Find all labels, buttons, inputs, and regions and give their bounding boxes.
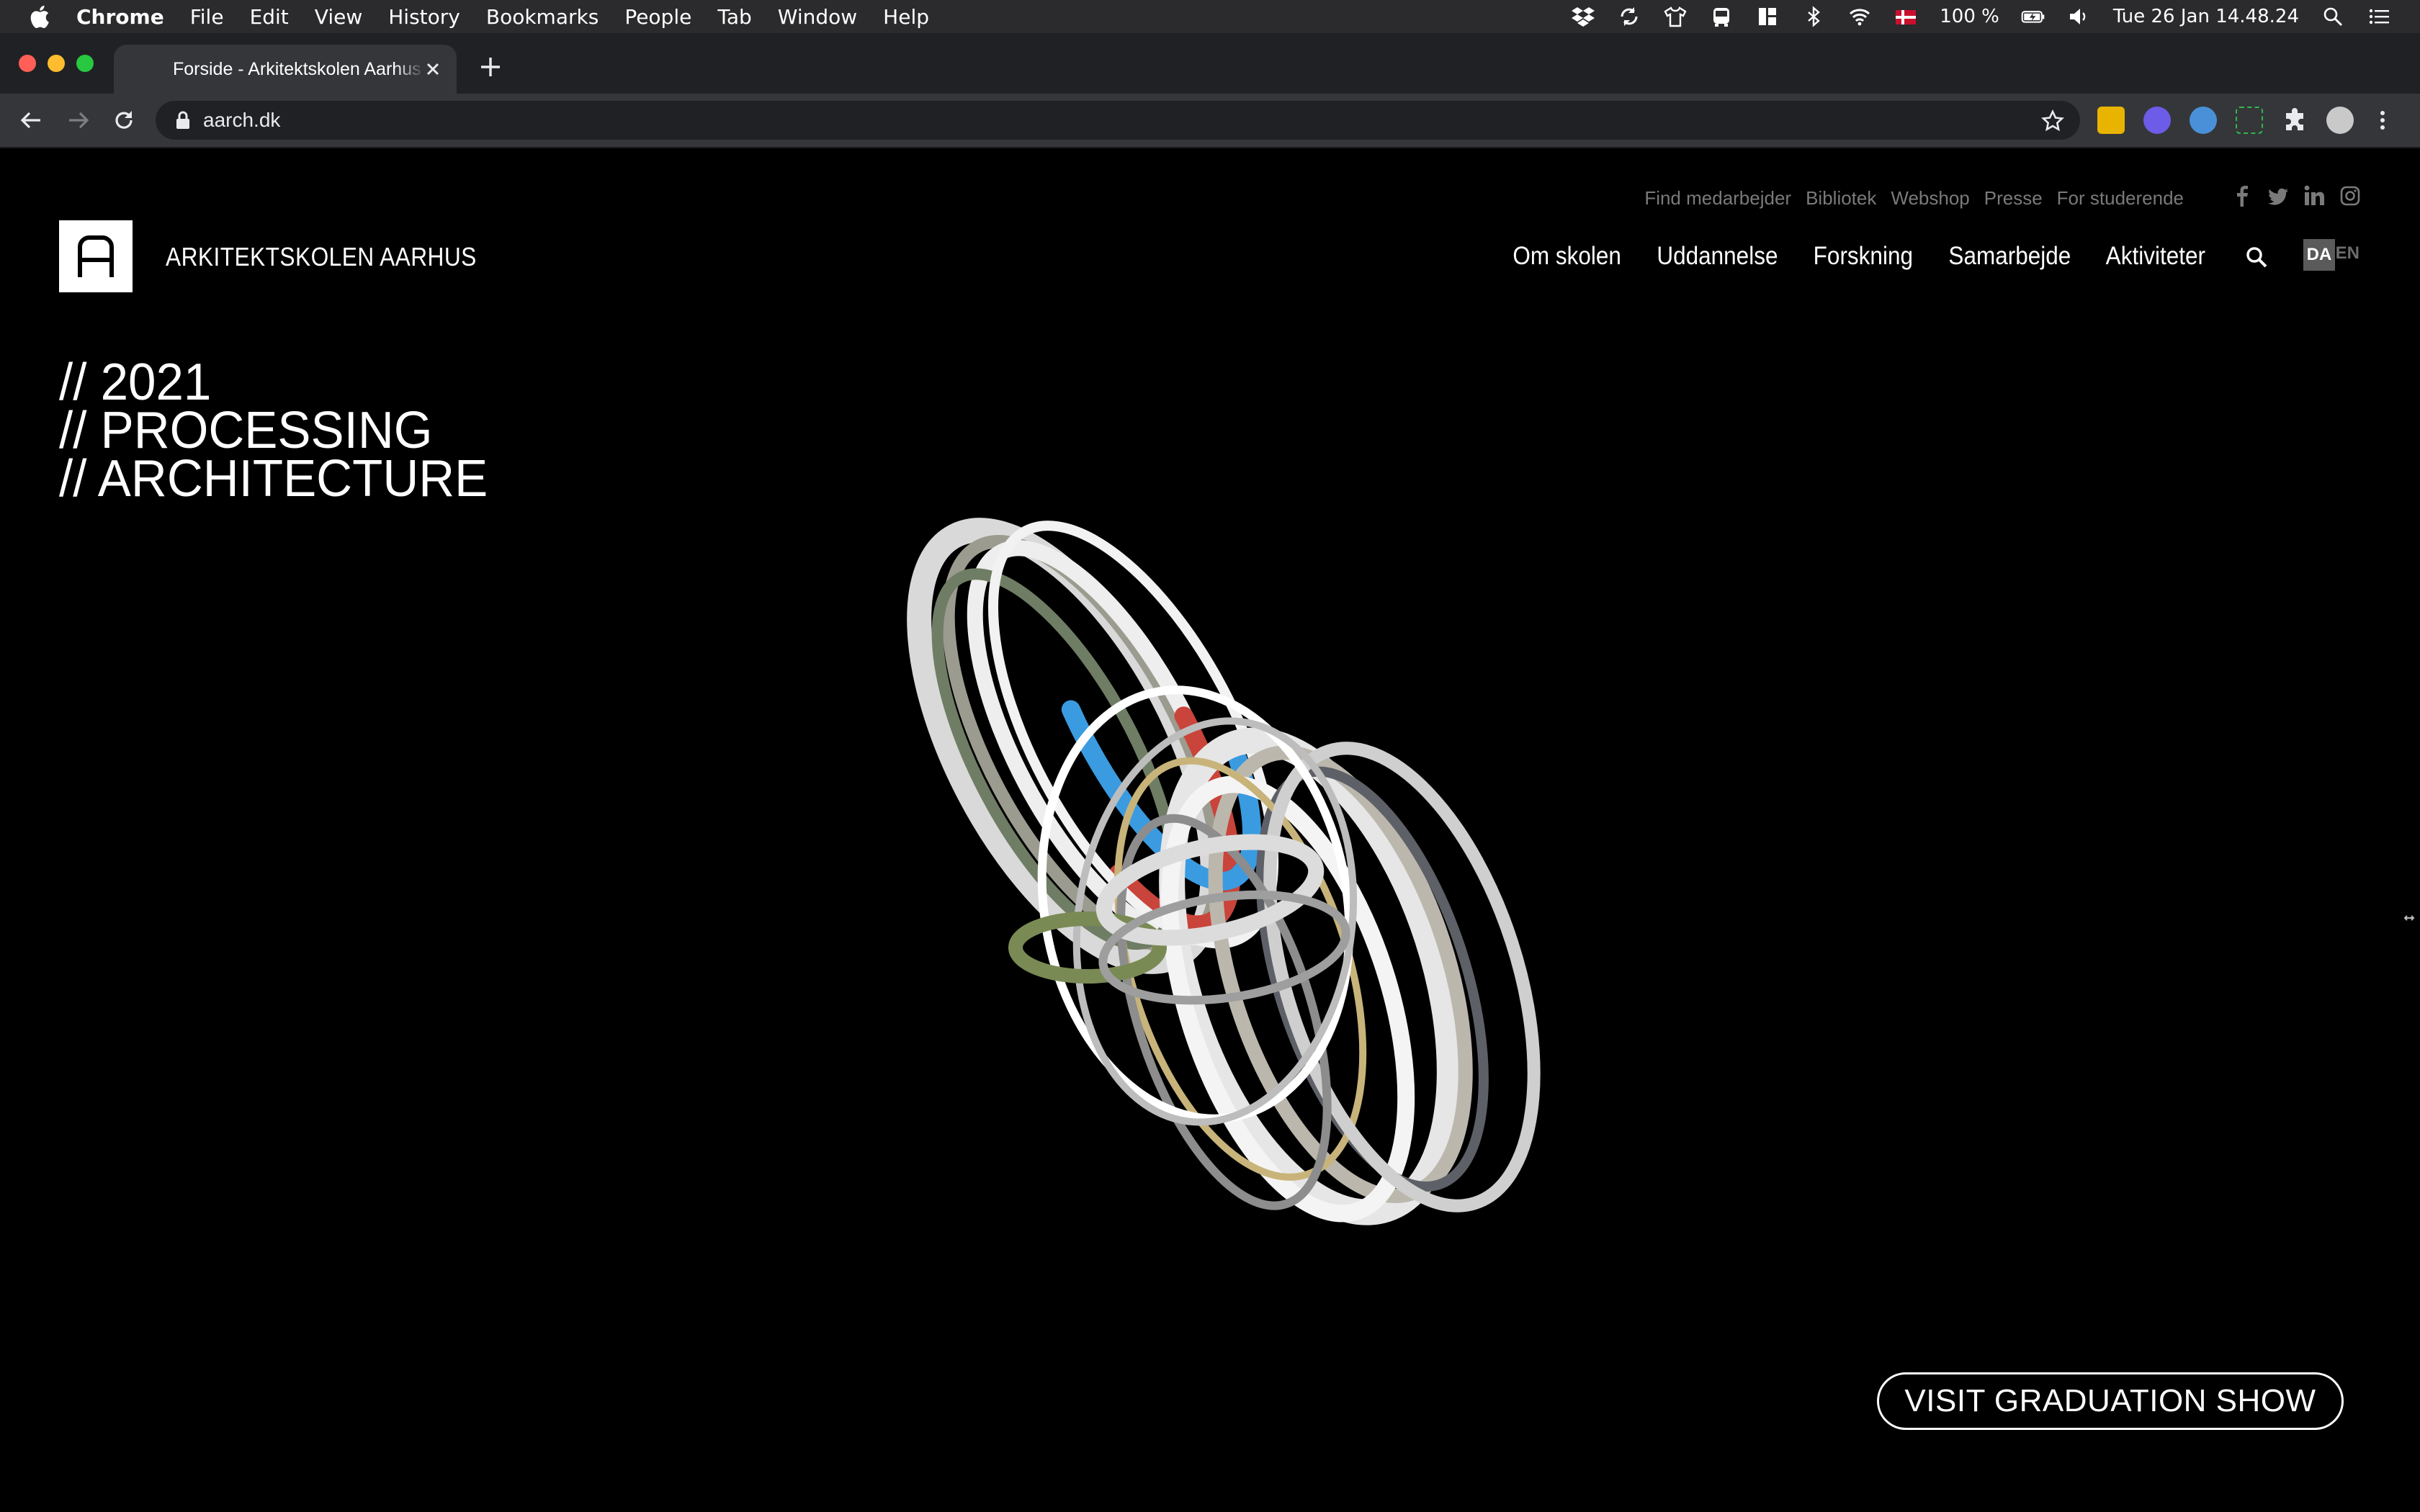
macos-menu-bar: Chrome File Edit View History Bookmarks …: [0, 0, 2420, 33]
apple-menu-icon[interactable]: [27, 4, 50, 30]
extension-blue-circle-icon[interactable]: [2190, 107, 2217, 134]
search-icon[interactable]: [2244, 245, 2269, 269]
hero-coil-sculpture-image: [907, 518, 1541, 1225]
spotlight-search-icon[interactable]: [2321, 6, 2345, 27]
tab-close-icon[interactable]: [422, 58, 444, 80]
forward-arrow-icon[interactable]: [65, 107, 91, 133]
window-zoom-button[interactable]: [76, 55, 94, 72]
address-bar[interactable]: aarch.dk: [156, 101, 2080, 140]
hero-line-year: // 2021: [59, 354, 212, 411]
util-link-webshop[interactable]: Webshop: [1891, 187, 1969, 210]
profile-avatar[interactable]: [2326, 107, 2354, 134]
chrome-menu-icon[interactable]: [2374, 107, 2391, 134]
tab-favicon-icon: [135, 58, 158, 81]
menu-view[interactable]: View: [315, 5, 362, 29]
language-da-button[interactable]: DA: [2303, 239, 2335, 271]
battery-charging-icon[interactable]: [2021, 6, 2045, 27]
browser-tab-strip: Forside - Arkitektskolen Aarhus: [0, 33, 2420, 94]
nav-item-forskning[interactable]: Forskning: [1814, 242, 1913, 271]
facebook-icon[interactable]: [2231, 184, 2253, 207]
extension-purple-icon[interactable]: [2143, 107, 2171, 134]
notification-center-icon[interactable]: [2367, 6, 2391, 27]
volume-icon[interactable]: [2067, 6, 2092, 27]
web-page: ARKITEKTSKOLEN AARHUS Find medarbejder B…: [0, 148, 2420, 1512]
utility-nav: Find medarbejder Bibliotek Webshop Press…: [1644, 187, 2184, 210]
bookmark-star-icon[interactable]: [2041, 109, 2064, 132]
language-en-button[interactable]: EN: [2336, 243, 2360, 264]
status-tray: 100 % Tue 26 Jan 14.48.24: [1571, 0, 2391, 33]
lock-icon[interactable]: [174, 110, 192, 130]
new-tab-icon[interactable]: [478, 55, 503, 79]
social-links: [2231, 184, 2361, 207]
visit-graduation-show-button[interactable]: VISIT GRADUATION SHOW: [1877, 1372, 2344, 1430]
nav-item-aktiviteter[interactable]: Aktiviteter: [2106, 242, 2205, 271]
sync-icon[interactable]: [1617, 6, 1641, 27]
shirt-icon[interactable]: [1663, 6, 1688, 27]
reload-icon[interactable]: [111, 107, 137, 133]
school-name[interactable]: ARKITEKTSKOLEN AARHUS: [166, 242, 477, 272]
wifi-icon[interactable]: [1847, 6, 1872, 27]
tab-title: Forside - Arkitektskolen Aarhus: [173, 58, 421, 79]
hero-line-processing: // PROCESSING: [59, 402, 433, 459]
util-link-library[interactable]: Bibliotek: [1806, 187, 1876, 210]
resize-handle-icon[interactable]: [2403, 912, 2416, 924]
bus-icon[interactable]: [1709, 6, 1734, 27]
hero-line-architecture: // ARCHITECTURE: [59, 450, 488, 508]
menu-history[interactable]: History: [388, 5, 460, 29]
menu-bar-clock[interactable]: Tue 26 Jan 14.48.24: [2113, 6, 2299, 27]
twitter-icon[interactable]: [2267, 184, 2289, 207]
menu-tab[interactable]: Tab: [717, 5, 751, 29]
extension-yellow-icon[interactable]: [2097, 107, 2125, 134]
window-close-button[interactable]: [19, 55, 36, 72]
bluetooth-icon[interactable]: [1801, 6, 1826, 27]
menu-people[interactable]: People: [624, 5, 691, 29]
url-text[interactable]: aarch.dk: [203, 109, 280, 132]
menu-window[interactable]: Window: [778, 5, 857, 29]
window-minimize-button[interactable]: [48, 55, 65, 72]
util-link-students[interactable]: For studerende: [2057, 187, 2184, 210]
menu-bookmarks[interactable]: Bookmarks: [486, 5, 599, 29]
nav-item-uddannelse[interactable]: Uddannelse: [1657, 242, 1778, 271]
nav-item-om-skolen[interactable]: Om skolen: [1512, 242, 1621, 271]
menu-chrome[interactable]: Chrome: [76, 5, 164, 29]
hero-headline: // 2021 // PROCESSING // ARCHITECTURE: [59, 354, 506, 508]
instagram-icon[interactable]: [2339, 184, 2361, 207]
extension-green-icon[interactable]: [2236, 107, 2263, 134]
browser-toolbar: aarch.dk: [0, 94, 2420, 148]
menu-file[interactable]: File: [190, 5, 224, 29]
logo-a-mark-icon: [78, 235, 114, 277]
danish-flag-icon[interactable]: [1894, 6, 1918, 27]
window-layout-icon[interactable]: [1755, 6, 1780, 27]
menu-edit[interactable]: Edit: [250, 5, 289, 29]
nav-item-samarbejde[interactable]: Samarbejde: [1948, 242, 2071, 271]
extensions-puzzle-icon[interactable]: [2282, 107, 2309, 134]
dropbox-icon[interactable]: [1571, 6, 1595, 27]
menu-help[interactable]: Help: [883, 5, 929, 29]
school-logo[interactable]: [59, 220, 133, 292]
back-arrow-icon[interactable]: [19, 107, 45, 133]
util-link-press[interactable]: Presse: [1984, 187, 2043, 210]
battery-percentage: 100 %: [1940, 6, 1999, 27]
browser-tab-active[interactable]: Forside - Arkitektskolen Aarhus: [114, 45, 457, 94]
linkedin-icon[interactable]: [2303, 184, 2325, 207]
util-link-find-employee[interactable]: Find medarbejder: [1644, 187, 1791, 210]
main-nav: Om skolen Uddannelse Forskning Samarbejd…: [1507, 242, 2211, 271]
